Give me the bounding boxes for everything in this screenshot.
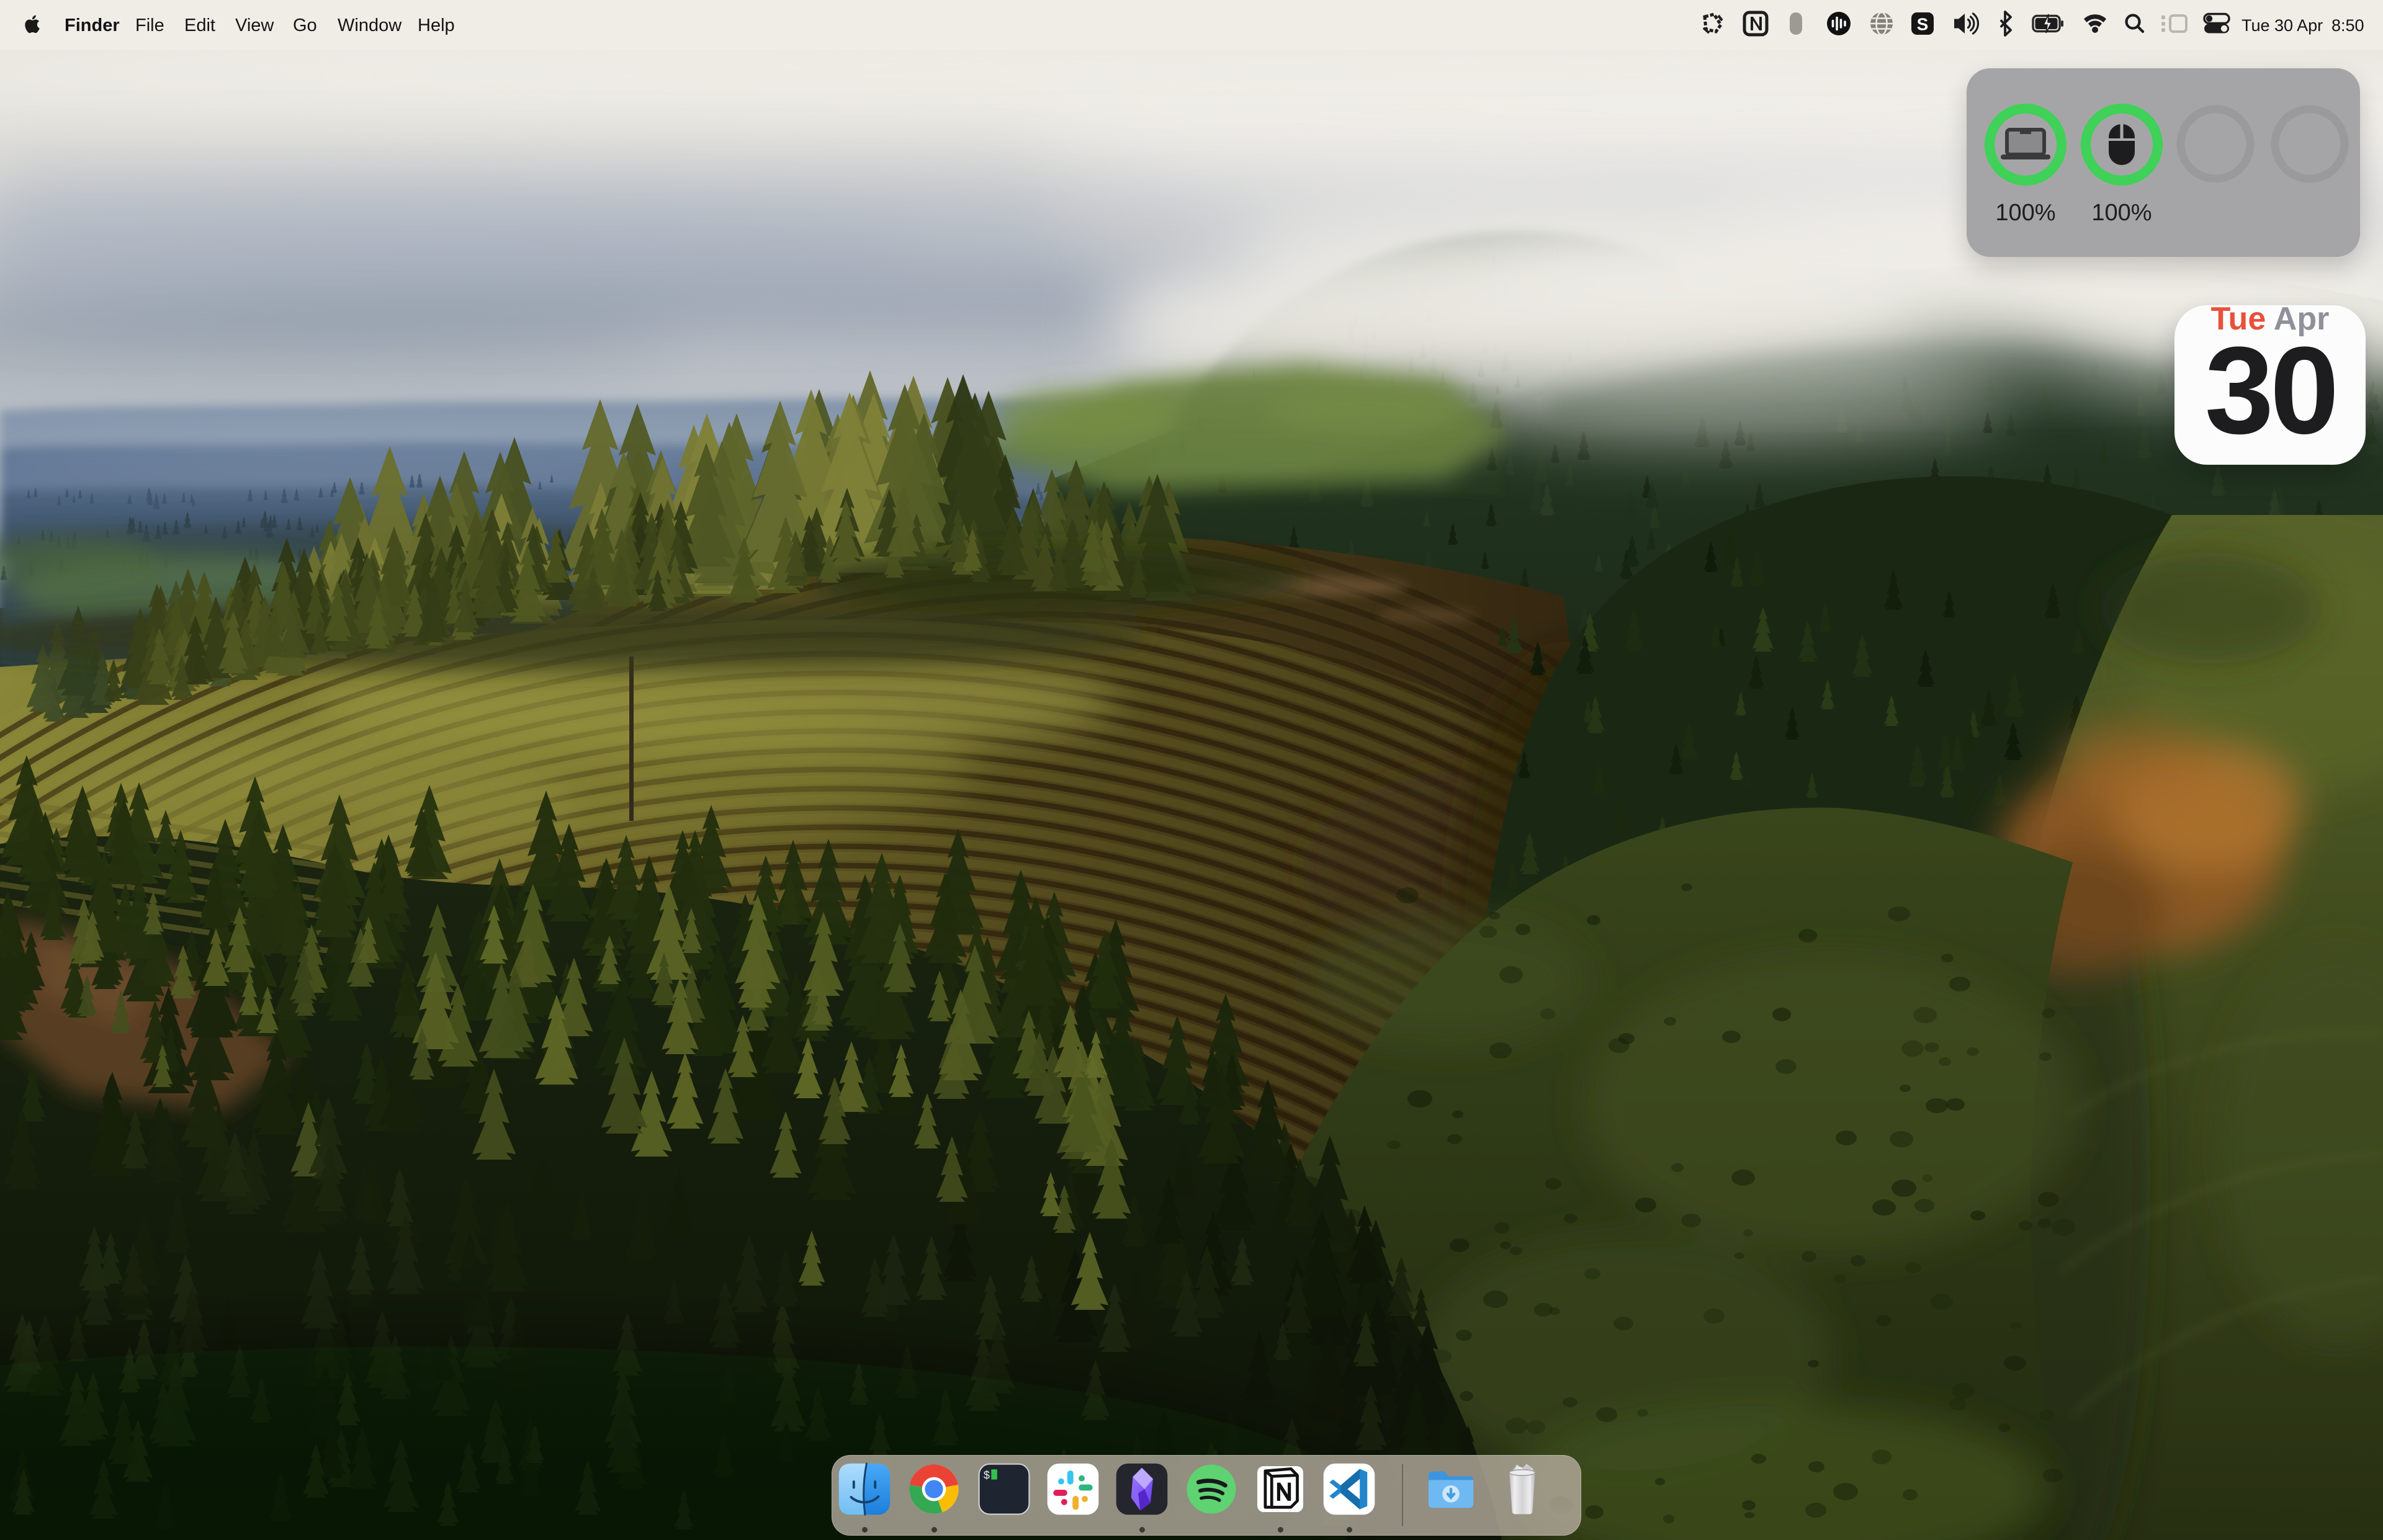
- svg-text:100%: 100%: [1995, 200, 2055, 226]
- svg-text:100%: 100%: [2091, 200, 2152, 226]
- svg-text:$: $: [983, 1470, 990, 1482]
- svg-text:S: S: [1917, 15, 1929, 34]
